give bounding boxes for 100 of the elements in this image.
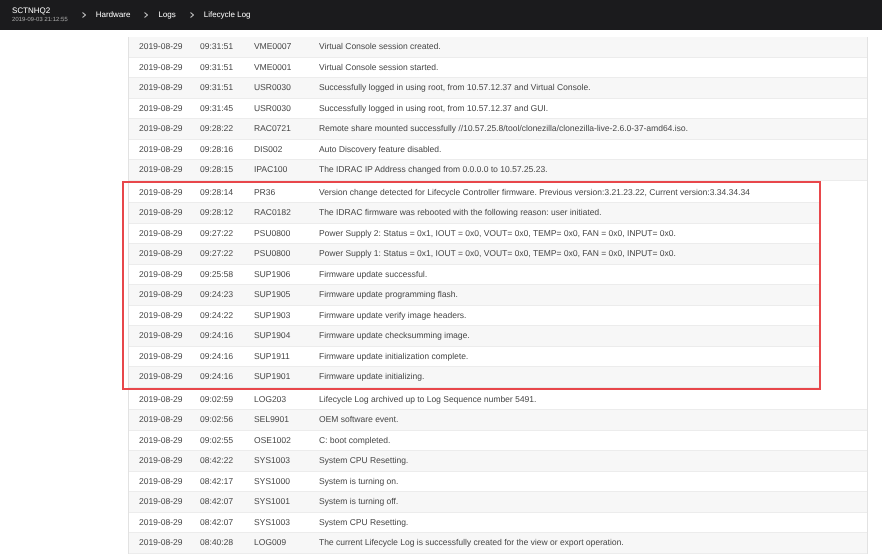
chevron-icon [144,12,148,18]
date-cell-text: 2019-08-29 [138,454,184,468]
description-cell: System CPU Resetting. [319,516,408,529]
date-cell-text: 2019-08-29 [138,516,184,529]
time-cell-text: 08:42:17 [200,474,234,488]
description-cell: Lifecycle Log archived up to Log Sequence number 5491. [319,392,536,406]
message-id-cell-text: SYS1003 [254,454,291,468]
time-cell-text: 09:28:14 [200,186,234,199]
description-cell: Successfully logged in using root, from 10.57.12.37 and GUI. [319,102,548,115]
description-cell: Virtual Console session created. [319,40,441,54]
description-cell: Power Supply 2: Status = 0x1, IOUT = 0x0, VOUT= 0x0, TEMP= 0x0, FAN = 0x0, INPUT= 0x0. [319,226,676,240]
description-cell: System CPU Resetting. [319,454,408,468]
message-id-cell-text: RAC0182 [254,206,292,220]
host-name: SCTNHQ2 [12,7,52,15]
message-id-cell-text: SUP1901 [254,370,292,384]
message-id-cell-text: DIS002 [254,142,284,156]
breadcrumb-link[interactable]: Lifecycle Log [204,9,250,21]
message-id-cell-text: PR36 [254,186,276,199]
message-id-cell-text: SUP1911 [254,350,291,363]
date-cell-text: 2019-08-29 [138,186,184,199]
date-cell-text: 2019-08-29 [138,226,184,240]
description-cell: System is turning on. [319,474,398,488]
description-cell: The IDRAC firmware was rebooted with the following reason: user initiated. [319,206,602,220]
time-cell-text: 09:28:15 [200,163,234,176]
time-cell-text: 09:31:45 [200,102,234,115]
time-cell-text: 09:02:55 [200,434,234,447]
date-cell-text: 2019-08-29 [138,350,184,363]
date-cell-text: 2019-08-29 [138,122,184,136]
time-cell-text: 09:28:16 [200,142,234,156]
date-cell-text: 2019-08-29 [138,536,184,550]
message-id-cell-text: PSU0800 [254,226,292,240]
message-id-cell-text: SUP1904 [254,329,292,342]
message-id-cell-text: USR0030 [254,102,292,115]
date-cell-text: 2019-08-29 [138,392,184,406]
message-id-cell-text: SEL9901 [254,413,290,426]
message-id-cell-text: VME0007 [254,40,292,54]
time-cell-text: 09:31:51 [200,60,234,74]
date-cell-text: 2019-08-29 [138,329,184,342]
description-cell: Firmware update initialization complete. [319,350,468,363]
description-cell: The IDRAC IP Address changed from 0.0.0.0 to 10.57.25.23. [319,163,548,176]
date-cell-text: 2019-08-29 [138,370,184,384]
message-id-cell-text: IPAC100 [254,163,288,176]
message-id-cell-text: VME0001 [254,60,292,74]
date-cell-text: 2019-08-29 [138,413,184,426]
time-cell-text: 09:24:16 [200,370,234,384]
time-cell-text: 09:24:16 [200,350,234,363]
date-cell-text: 2019-08-29 [138,40,184,54]
message-id-cell-text: LOG009 [254,536,288,550]
chevron-icon [190,12,194,18]
message-id-cell-text: OSE1002 [254,434,292,447]
description-cell: Firmware update verify image headers. [319,308,466,322]
time-cell-text: 09:24:23 [200,288,234,302]
date-cell-text: 2019-08-29 [138,495,184,508]
date-cell-text: 2019-08-29 [138,268,184,281]
date-cell-text: 2019-08-29 [138,434,184,447]
message-id-cell-text: SUP1906 [254,268,292,281]
date-cell-text: 2019-08-29 [138,288,184,302]
time-cell-text: 09:31:51 [200,40,234,54]
time-cell-text: 08:42:07 [200,495,234,508]
time-cell-text: 09:02:59 [200,392,234,406]
time-cell-text: 09:24:22 [200,308,234,322]
date-cell-text: 2019-08-29 [138,60,184,74]
date-cell-text: 2019-08-29 [138,163,184,176]
date-cell-text: 2019-08-29 [138,142,184,156]
message-id-cell-text: SYS1003 [254,516,291,529]
description-cell: C: boot completed. [319,434,390,447]
description-cell: Version change detected for Lifecycle Controller firmware. Previous version:3.21.23.22, Current version:3.34.34.34 [319,186,750,199]
time-cell-text: 09:28:12 [200,206,234,220]
message-id-cell-text: LOG203 [254,392,288,406]
time-cell-text: 09:31:51 [200,81,234,94]
chevron-icon [82,12,86,18]
description-cell: Virtual Console session started. [319,60,438,74]
message-id-cell-text: SYS1001 [254,495,291,508]
message-id-cell-text: SUP1905 [254,288,292,302]
description-cell: OEM software event. [319,413,398,426]
message-id-cell-text: USR0030 [254,81,292,94]
time-cell-text: 09:28:22 [200,122,234,136]
description-cell: Remote share mounted successfully //10.57.25.8/tool/clonezilla/clonezilla-live-2.6.0-37-amd64.iso. [319,122,688,136]
description-cell: Firmware update initializing. [319,370,424,384]
time-cell-text: 09:24:16 [200,329,234,342]
description-cell: Firmware update checksumming image. [319,329,470,342]
description-cell: Firmware update successful. [319,268,428,281]
breadcrumb-link[interactable]: Logs [158,9,176,21]
description-cell: The current Lifecycle Log is successfully created for the view or export operation. [319,536,624,550]
description-cell: Successfully logged in using root, from 10.57.12.37 and Virtual Console. [319,81,591,94]
breadcrumb-link[interactable]: Hardware [96,9,130,21]
date-cell-text: 2019-08-29 [138,206,184,220]
description-cell: System is turning off. [319,495,398,508]
date-cell-text: 2019-08-29 [138,474,184,488]
date-cell-text: 2019-08-29 [138,102,184,115]
date-cell-text: 2019-08-29 [138,308,184,322]
time-cell-text: 08:42:07 [200,516,234,529]
message-id-cell-text: SYS1000 [254,474,291,488]
description-cell: Firmware update programming flash. [319,288,458,302]
time-cell-text: 09:25:58 [200,268,234,281]
time-cell-text: 08:42:22 [200,454,234,468]
time-cell-text: 09:27:22 [200,226,234,240]
time-cell-text: 09:02:56 [200,413,234,426]
time-cell-text: 08:40:28 [200,536,234,550]
date-cell-text: 2019-08-29 [138,247,184,260]
